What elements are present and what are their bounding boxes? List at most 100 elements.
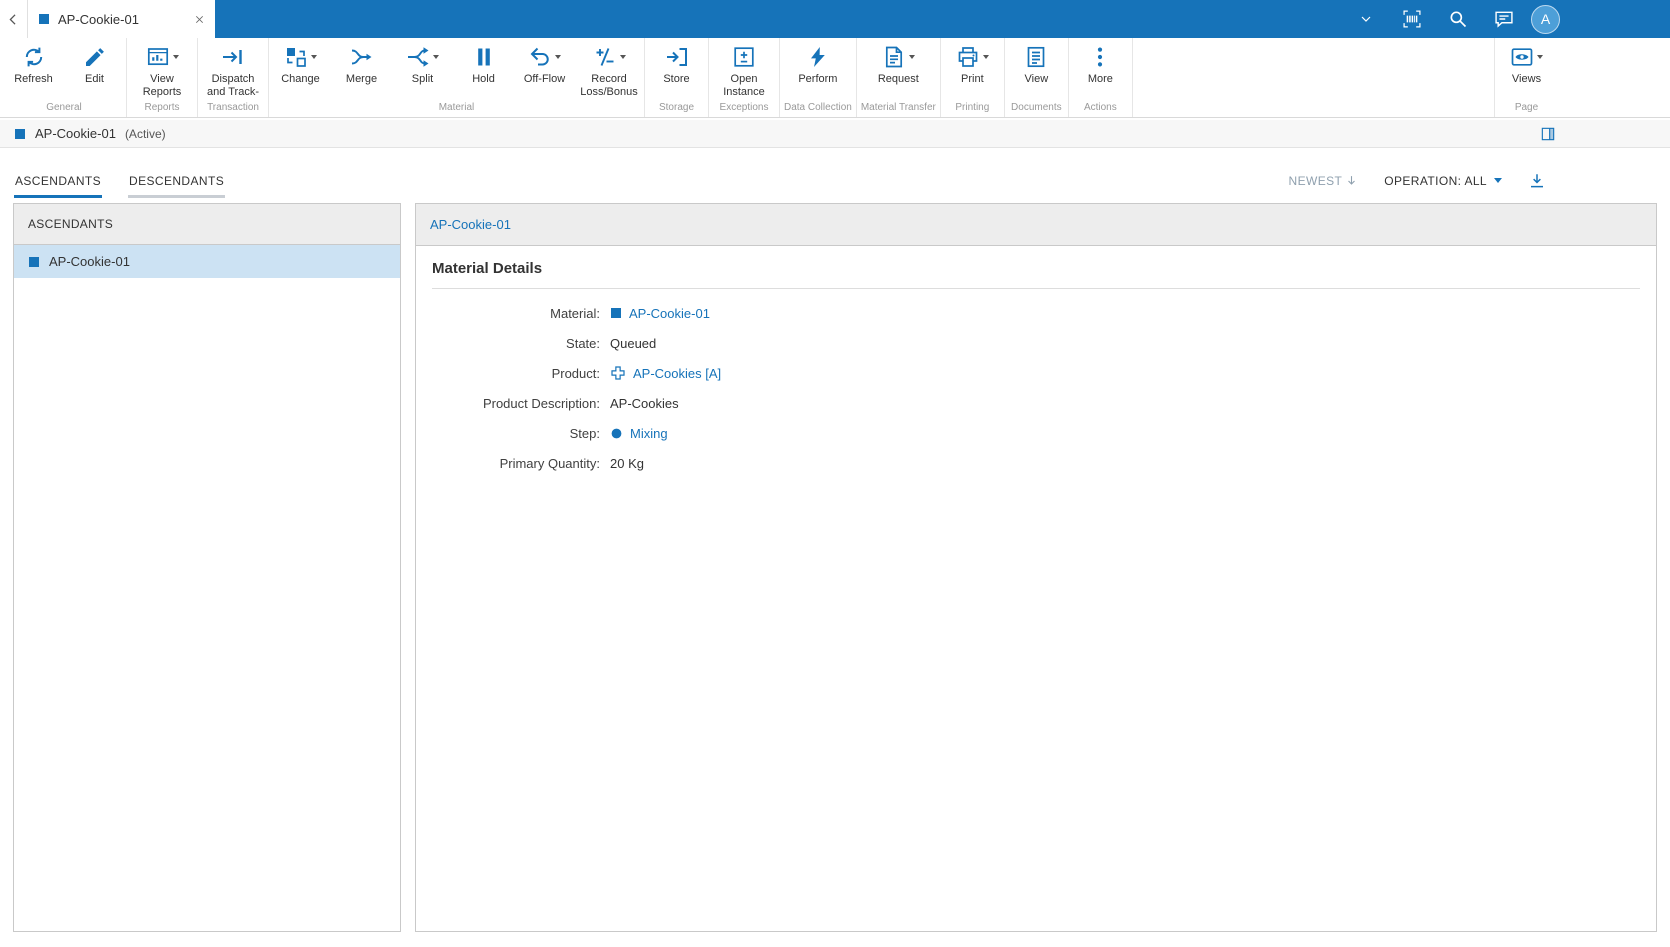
- dispatch-and-track-button[interactable]: Dispatch and Track-: [199, 38, 267, 101]
- ribbon-group-material: Change Merge Split Hold Off-Flow Record …: [269, 38, 645, 117]
- sort-control[interactable]: NEWEST: [1289, 174, 1359, 188]
- off-flow-button[interactable]: Off-Flow: [514, 38, 575, 101]
- material-icon: [14, 128, 26, 140]
- ribbon-group-label: Material: [438, 102, 475, 113]
- open-instance-button[interactable]: Open Instance: [710, 38, 778, 101]
- hold-button[interactable]: Hold: [453, 38, 514, 101]
- ribbon-spacer: [1133, 38, 1494, 117]
- operation-label: OPERATION: ALL: [1384, 173, 1487, 188]
- dropdown-caret-icon: [1494, 178, 1502, 183]
- tab-ascendants[interactable]: ASCENDANTS: [14, 174, 103, 198]
- ribbon-group-page: Views Page: [1494, 38, 1558, 117]
- ribbon-group-label: Data Collection: [784, 102, 852, 113]
- refresh-button[interactable]: Refresh: [3, 38, 64, 101]
- details-panel-header[interactable]: AP-Cookie-01: [416, 204, 1656, 246]
- page-title: AP-Cookie-01: [35, 126, 116, 141]
- dropdown-caret-icon: [433, 55, 439, 59]
- field-row-material: Material: AP-Cookie-01: [432, 298, 1640, 328]
- ribbon-group-label: Reports: [144, 102, 180, 113]
- search-button[interactable]: [1435, 0, 1481, 38]
- list-item-label: AP-Cookie-01: [49, 254, 130, 269]
- barcode-scan-button[interactable]: [1389, 0, 1435, 38]
- merge-button[interactable]: Merge: [331, 38, 392, 101]
- panel-toggle-icon[interactable]: [1540, 126, 1556, 142]
- tab-title: AP-Cookie-01: [58, 11, 139, 27]
- record-loss-bonus-button[interactable]: Record Loss/Bonus: [575, 38, 643, 101]
- field-value: 20 Kg: [610, 455, 644, 471]
- record-loss-bonus-icon: [593, 45, 617, 69]
- tab-ap-cookie-01[interactable]: AP-Cookie-01: [28, 0, 215, 38]
- step-icon: [610, 427, 623, 440]
- more-icon: [1088, 45, 1112, 69]
- refresh-icon: [22, 45, 46, 69]
- views-button[interactable]: Views: [1496, 38, 1557, 101]
- view-documents-icon: [1024, 45, 1048, 69]
- sort-label: NEWEST: [1288, 173, 1343, 188]
- change-button[interactable]: Change: [270, 38, 331, 101]
- sort-direction-icon: [1345, 174, 1358, 187]
- dropdown-caret-icon: [1537, 55, 1543, 59]
- dispatch-icon: [221, 45, 245, 69]
- chevron-down-icon: [1360, 13, 1372, 25]
- ribbon-group-exceptions: Open Instance Exceptions: [709, 38, 780, 117]
- ribbon-group-label: Printing: [955, 102, 990, 113]
- ribbon-group-material-transfer: Request Material Transfer: [857, 38, 941, 117]
- material-icon: [38, 13, 50, 25]
- tab-descendants[interactable]: DESCENDANTS: [128, 174, 226, 198]
- avatar[interactable]: A: [1531, 4, 1560, 34]
- more-button[interactable]: More: [1070, 38, 1131, 101]
- views-icon: [1510, 45, 1534, 69]
- material-link[interactable]: AP-Cookie-01: [629, 306, 710, 321]
- material-details-section: Material Details Material: AP-Cookie-01 …: [416, 246, 1656, 492]
- print-button[interactable]: Print: [942, 38, 1003, 101]
- ribbon-group-label: General: [46, 102, 82, 113]
- ribbon-group-label: Material Transfer: [860, 102, 936, 113]
- ribbon-group-label: Page: [1514, 102, 1539, 113]
- chevron-left-icon: [6, 12, 21, 27]
- dropdown-caret-icon: [172, 55, 179, 59]
- merge-icon: [350, 45, 374, 69]
- field-label: Product Description:: [482, 395, 600, 411]
- split-button[interactable]: Split: [392, 38, 453, 101]
- feedback-button[interactable]: [1481, 0, 1527, 38]
- ribbon-toolbar: Refresh Edit General View Reports Report…: [0, 38, 1670, 118]
- ribbon-group-documents: View Documents: [1005, 38, 1069, 117]
- ribbon-group-actions: More Actions: [1069, 38, 1133, 117]
- field-label: Material:: [550, 305, 600, 321]
- main-content: ASCENDANTS AP-Cookie-01 AP-Cookie-01 Mat…: [0, 203, 1670, 932]
- field-row-product: Product: AP-Cookies [A]: [432, 358, 1640, 388]
- view-documents-button[interactable]: View: [1006, 38, 1067, 101]
- hold-icon: [472, 45, 496, 69]
- open-instance-icon: [732, 45, 756, 69]
- dropdown-caret-icon: [908, 55, 915, 59]
- download-icon[interactable]: [1528, 172, 1546, 190]
- ribbon-group-label: Actions: [1083, 102, 1117, 113]
- change-icon: [284, 45, 308, 69]
- split-icon: [406, 45, 430, 69]
- tabs-row: ASCENDANTS DESCENDANTS NEWEST OPERATION:…: [0, 148, 1670, 203]
- perform-button[interactable]: Perform: [787, 38, 848, 101]
- field-label: Product:: [551, 365, 600, 381]
- ribbon-group-label: Storage: [658, 102, 695, 113]
- close-icon[interactable]: [194, 14, 205, 25]
- topbar: AP-Cookie-01 A: [0, 0, 1670, 38]
- step-link[interactable]: Mixing: [630, 426, 668, 441]
- perform-icon: [806, 45, 830, 69]
- material-icon: [28, 256, 40, 268]
- window-menu-button[interactable]: [1343, 0, 1389, 38]
- view-reports-icon: [146, 45, 170, 69]
- edit-button[interactable]: Edit: [64, 38, 125, 101]
- field-row-product-description: Product Description: AP-Cookies: [432, 388, 1640, 418]
- back-button[interactable]: [0, 0, 28, 38]
- product-link[interactable]: AP-Cookies [A]: [633, 366, 721, 381]
- material-icon: [610, 307, 622, 319]
- ribbon-group-reports: View Reports Reports: [127, 38, 198, 117]
- list-item-ap-cookie-01[interactable]: AP-Cookie-01: [14, 245, 400, 278]
- request-button[interactable]: Request: [868, 38, 929, 101]
- view-reports-button[interactable]: View Reports: [128, 38, 196, 101]
- store-button[interactable]: Store: [646, 38, 707, 101]
- operation-filter[interactable]: OPERATION: ALL: [1384, 174, 1502, 188]
- ribbon-group-label: Documents: [1011, 102, 1062, 113]
- ascendants-panel: ASCENDANTS AP-Cookie-01: [13, 203, 401, 932]
